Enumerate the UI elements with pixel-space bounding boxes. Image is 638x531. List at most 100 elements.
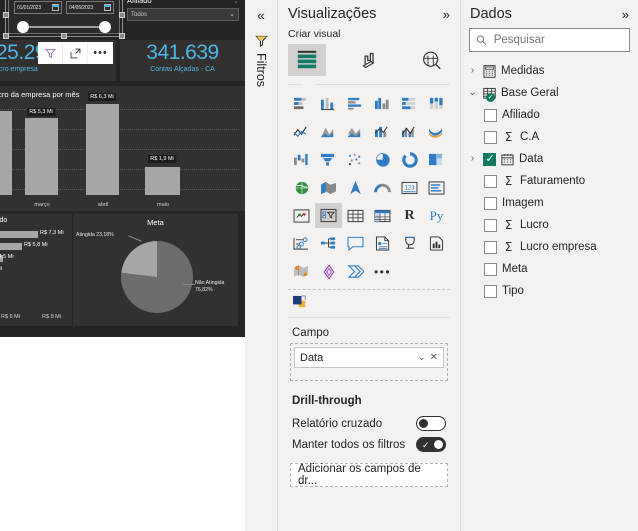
affiliate-bar-chart-visual[interactable]: iado R$ 7,3 Mi R$ 5,8 Mi R$ 4,5 Mi [0, 214, 72, 326]
bar-chart-visual[interactable]: ucro da empresa por mês R$ 5,3 Mi R$ 6,3… [0, 86, 245, 211]
visual-line-chart[interactable] [288, 119, 315, 144]
drill-keep-filters-toggle[interactable]: ✓ [416, 437, 446, 452]
calendar-icon[interactable] [104, 4, 111, 11]
slicer-end-date[interactable]: 04/05/2023 [66, 1, 114, 14]
tab-format-visual[interactable] [350, 44, 388, 76]
slider-handle-start[interactable] [17, 21, 29, 33]
field-checkbox[interactable] [484, 108, 497, 122]
visual-ribbon-chart[interactable] [423, 119, 450, 144]
more-visuals-button[interactable]: ••• [369, 259, 396, 284]
kpi-card-contas-alcadas[interactable]: 341.639 Contas Alçadas - CA [120, 40, 245, 81]
chevron-down-icon[interactable]: ⌄ [233, 0, 239, 5]
tree-item-medidas[interactable]: › Medidas [461, 60, 638, 82]
visual-stacked-area-chart[interactable] [342, 119, 369, 144]
report-canvas[interactable]: 01/01/2023 04/05/2023 Afiliado ⌄ Todos ⌄… [0, 0, 245, 531]
visual-stacked-bar-chart[interactable] [288, 91, 315, 116]
field-checkbox[interactable] [484, 218, 497, 232]
close-icon[interactable]: ✕ [430, 352, 438, 363]
filter-pane-icon[interactable] [254, 34, 269, 49]
visual-filled-map[interactable] [315, 175, 342, 200]
visual-donut-chart[interactable] [396, 147, 423, 172]
focus-mode-button[interactable] [63, 42, 88, 64]
visual-area-chart[interactable] [315, 119, 342, 144]
visual-card[interactable]: 123 [396, 175, 423, 200]
chevron-right-icon[interactable]: › [467, 66, 478, 76]
visual-funnel-chart[interactable] [315, 147, 342, 172]
field-well[interactable]: Data ⌄ ✕ [290, 343, 448, 381]
visual-power-automate[interactable] [315, 259, 342, 284]
visual-treemap[interactable] [423, 147, 450, 172]
visual-map[interactable] [288, 175, 315, 200]
visual-clustered-bar-chart[interactable] [342, 91, 369, 116]
field-well-dropzone[interactable] [294, 368, 444, 377]
pie-slices[interactable] [121, 241, 193, 313]
visual-line-clustered-column-chart[interactable] [396, 119, 423, 144]
tab-analytics[interactable] [412, 44, 450, 76]
field-checkbox[interactable] [484, 174, 497, 188]
visual-line-stacked-column-chart[interactable] [369, 119, 396, 144]
visual-matrix[interactable] [369, 203, 396, 228]
more-options-button[interactable]: ••• [88, 42, 113, 64]
affiliate-slicer-dropdown[interactable]: Todos ⌄ [127, 8, 239, 21]
visual-clustered-column-chart[interactable] [369, 91, 396, 116]
chevron-down-icon[interactable]: ⌄ [229, 11, 235, 18]
visual-kpi[interactable] [288, 203, 315, 228]
visual-multi-row-card[interactable] [423, 175, 450, 200]
visual-arrows[interactable] [342, 259, 369, 284]
visual-qa[interactable] [342, 231, 369, 256]
visual-gauge-chart[interactable] [369, 175, 396, 200]
field-chip-data[interactable]: Data ⌄ ✕ [294, 347, 444, 368]
pie-chart-visual[interactable]: Meta Atingida 23,18% Não Atingida 76,82% [73, 214, 238, 326]
chevron-double-right-icon[interactable]: » [622, 8, 629, 21]
bar[interactable] [145, 167, 180, 195]
bar[interactable] [25, 118, 58, 195]
field-checkbox[interactable] [484, 240, 497, 254]
data-search-box[interactable] [469, 28, 630, 52]
visual-table[interactable] [342, 203, 369, 228]
chevron-double-left-icon[interactable]: « [257, 8, 265, 22]
visual-arcgis-map[interactable] [342, 175, 369, 200]
tree-field-ca[interactable]: Σ C.A [461, 126, 638, 148]
hbar-row[interactable]: ,9 Mi [0, 265, 72, 277]
tree-field-lucro-empresa[interactable]: Σ Lucro empresa [461, 236, 638, 258]
visual-type-grid[interactable]: 123 R Py ••• [278, 85, 460, 286]
tree-field-imagem[interactable]: Imagem [461, 192, 638, 214]
slider-handle-end[interactable] [99, 21, 111, 33]
field-checkbox[interactable] [484, 196, 497, 210]
tree-item-base-geral[interactable]: ⌄ ✓ Base Geral [461, 82, 638, 104]
date-range-slicer[interactable]: 01/01/2023 04/05/2023 [8, 0, 120, 34]
hbar[interactable] [0, 231, 38, 238]
visual-paginated-report[interactable] [369, 231, 396, 256]
calendar-icon[interactable] [52, 4, 59, 11]
visual-100-stacked-column-chart[interactable] [423, 91, 450, 116]
visual-azure-map[interactable] [288, 259, 315, 284]
tree-field-lucro[interactable]: Σ Lucro [461, 214, 638, 236]
tab-build-visual[interactable] [288, 44, 326, 76]
bar[interactable] [86, 104, 119, 195]
drill-cross-report-toggle[interactable] [416, 416, 446, 431]
tree-field-meta[interactable]: Meta [461, 258, 638, 280]
visual-slicer[interactable] [315, 203, 342, 228]
chevron-down-icon[interactable]: ⌄ [467, 88, 478, 98]
chevron-down-icon[interactable]: ⌄ [417, 352, 425, 363]
filter-button[interactable] [38, 42, 63, 64]
tree-field-afiliado[interactable]: Afiliado [461, 104, 638, 126]
visual-python-script[interactable]: Py [423, 203, 450, 228]
chevron-double-right-icon[interactable]: » [443, 8, 450, 21]
visual-r-script[interactable]: R [396, 203, 423, 228]
visual-decomposition-tree[interactable] [315, 231, 342, 256]
field-checkbox[interactable] [483, 152, 496, 167]
chevron-right-icon[interactable]: › [467, 154, 478, 164]
add-drill-fields-button[interactable]: Adicionar os campos de dr... [290, 463, 448, 487]
search-input[interactable] [491, 33, 623, 47]
format-colors-row[interactable] [278, 290, 460, 317]
visual-100-stacked-bar-chart[interactable] [396, 91, 423, 116]
visual-header-toolbar[interactable]: ••• [38, 42, 113, 64]
visual-key-influencers[interactable] [288, 231, 315, 256]
field-checkbox[interactable] [484, 284, 497, 298]
hbar-row[interactable]: R$ 7,3 Mi [0, 229, 72, 241]
field-checkbox[interactable] [484, 262, 497, 276]
affiliate-slicer[interactable]: Afiliado ⌄ Todos ⌄ [127, 0, 239, 21]
visual-waterfall-chart[interactable] [288, 147, 315, 172]
visual-power-apps[interactable] [396, 231, 423, 256]
